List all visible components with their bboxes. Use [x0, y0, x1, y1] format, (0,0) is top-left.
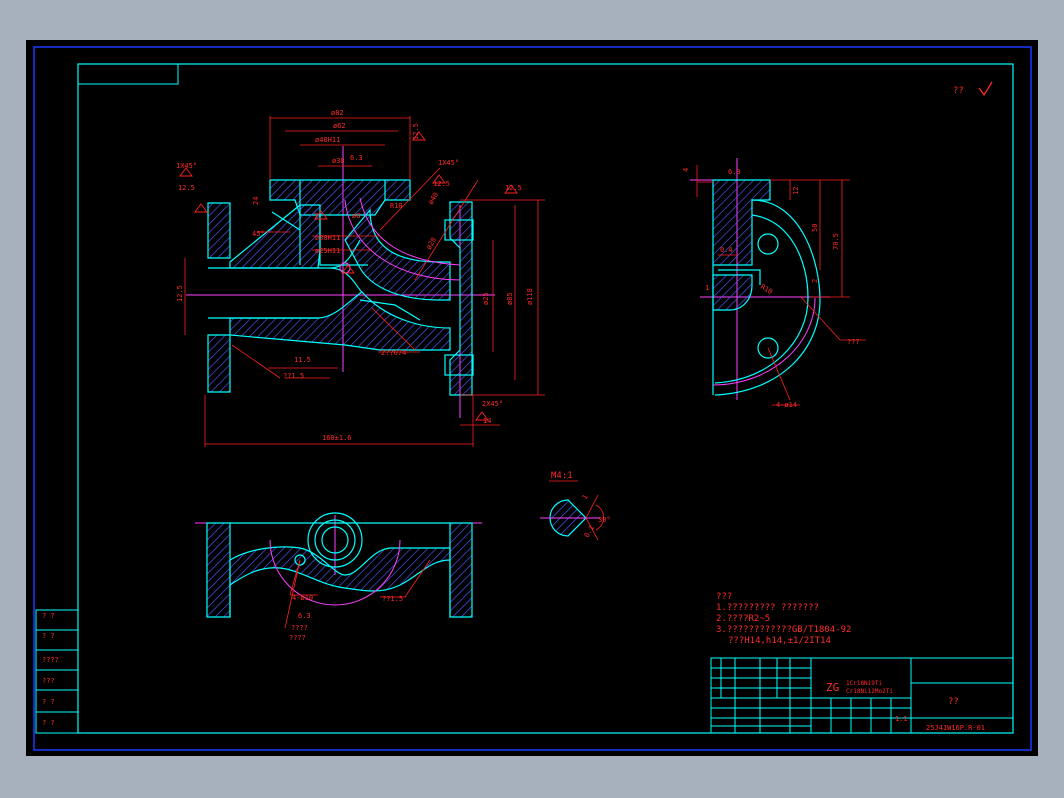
dim-24: 24 — [252, 197, 260, 205]
dim-chamfer-2: 1X45° — [438, 159, 459, 167]
plan-left-flange — [206, 522, 231, 618]
dim-d49: 12.5 — [176, 285, 184, 302]
side-dim-callout: ??? — [847, 338, 860, 346]
left-flange — [207, 202, 231, 259]
side-dim-holes: 4-ø14 — [776, 401, 797, 409]
dim-fillet-left: ??1.5 — [283, 372, 304, 380]
left-flange-lower — [207, 334, 231, 393]
dim-r10: R10 — [390, 202, 403, 210]
plan-dim-6-3: 6.3 — [298, 612, 311, 620]
dim-d25h11: ø25H11 — [315, 247, 340, 255]
side-dim-12: 12 — [792, 187, 800, 195]
dim-11-5: 11.5 — [294, 356, 311, 364]
notes-line-3: 3.????????????GB/T1804-92 — [716, 625, 851, 635]
dim-d38: ø38 — [332, 157, 345, 165]
drawing-code: 25J41W16P.R-01 — [926, 724, 985, 732]
plan-dim-holes: 4-ø10 — [292, 594, 313, 602]
notes-line-2: 2.????R2~5 — [716, 614, 770, 624]
dim-14: 14 — [483, 417, 491, 425]
dim-d118: ø118 — [526, 288, 534, 305]
drawing-background — [26, 40, 1038, 756]
cad-drawing-canvas: ? ? ? ? ???? ??? ? ? ? ? ?? ø82 ø62 ø48H… — [26, 40, 1038, 756]
strip-label-4: ??? — [42, 677, 55, 685]
side-dim-0-4: 0.4 — [720, 246, 733, 254]
dim-angle-45: 45° — [252, 230, 265, 238]
dim-roughness-b: 12.5 — [433, 180, 450, 188]
dim-6-3-top: 6.3 — [350, 154, 363, 162]
dim-d8: ø8 — [352, 212, 360, 220]
strip-label-6: ? ? — [42, 719, 55, 727]
side-dim-4: 4 — [682, 168, 690, 172]
part-name: ?? — [948, 697, 959, 707]
detail-label: M4:1 — [551, 471, 573, 481]
dim-length-160: 160±1.6 — [322, 434, 352, 442]
dim-cast-note: 2??674 — [381, 349, 406, 357]
side-dim-70-5: 70.5 — [832, 233, 840, 250]
dim-chamfer-1: 1X45° — [176, 162, 197, 170]
plan-dim-note: ???? — [291, 624, 308, 632]
dim-d85: ø85 — [506, 292, 514, 305]
dim-roughness-c: 12.5 — [505, 184, 522, 192]
side-dim-6-3: 6.3 — [728, 168, 741, 176]
notes-line-4: ???H14,h14,±1/2IT14 — [728, 636, 831, 646]
material-line-1: 1Cr18Ni9Ti — [846, 680, 883, 687]
dim-d82: ø82 — [331, 109, 344, 117]
dim-roughness-top: 12.5 — [412, 123, 420, 140]
strip-label-1: ? ? — [42, 612, 55, 620]
plan-right-flange — [449, 522, 473, 618]
side-dim-50: 50 — [811, 224, 819, 232]
strip-label-2: ? ? — [42, 632, 55, 640]
dim-d48h11: ø48H11 — [315, 136, 340, 144]
side-dim-1: 1 — [705, 284, 709, 292]
dim-d30h11: ø30H11 — [315, 234, 340, 242]
strip-label-3: ???? — [42, 656, 59, 664]
notes-heading: ??? — [716, 592, 732, 602]
side-dim-2: 2 — [811, 279, 819, 283]
dim-7: 7 — [314, 212, 318, 220]
plan-dim-fillet: ??1.5 — [382, 595, 403, 603]
dim-roughness-a: 12.5 — [178, 184, 195, 192]
dim-d25: ø25 — [482, 292, 490, 305]
drawing-scale: 1:1 — [895, 715, 908, 723]
corner-mark-text: ?? — [953, 86, 964, 96]
detail-dim-angle: 30° — [598, 516, 611, 524]
dim-d62: ø62 — [333, 122, 346, 130]
dim-chamfer-3: 2X45° — [482, 400, 503, 408]
strip-label-5: ? ? — [42, 698, 55, 706]
material-prefix: ZG — [826, 681, 839, 694]
notes-line-1: 1.????????? ??????? — [716, 603, 819, 613]
material-line-2: Cr18Ni12Mo2Ti — [846, 688, 893, 695]
plan-dim-note-2: ???? — [289, 634, 306, 642]
